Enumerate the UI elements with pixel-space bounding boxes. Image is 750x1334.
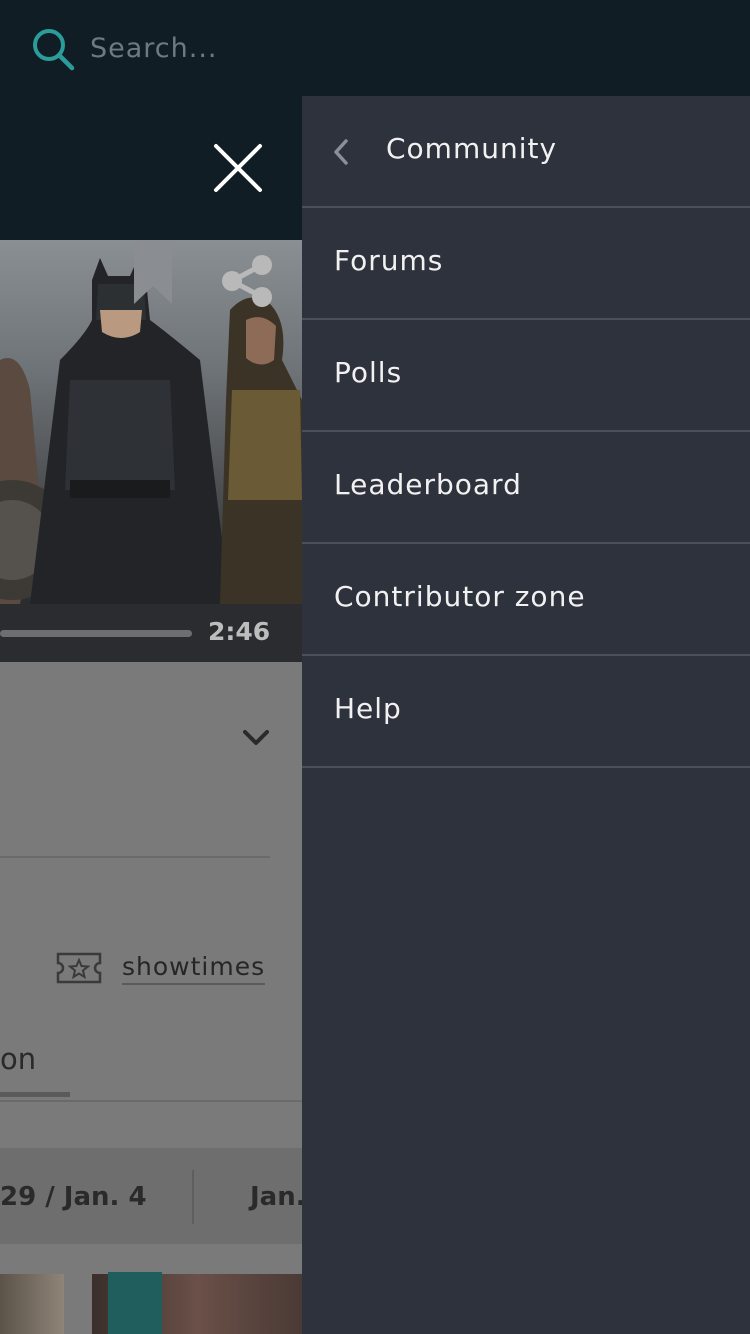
- progress-track[interactable]: [0, 630, 192, 637]
- video-progress-bar[interactable]: 2:46: [0, 604, 302, 662]
- chevron-left-icon[interactable]: [332, 138, 350, 166]
- date-selector: 29 / Jan. 4 Jan.: [0, 1148, 302, 1244]
- search-icon[interactable]: [30, 26, 76, 72]
- search-bar: [0, 0, 750, 96]
- tab-partial[interactable]: on: [0, 1042, 36, 1076]
- page-body: showtimes on 29 / Jan. 4 Jan.: [0, 662, 302, 1334]
- menu-item-label: Leaderboard: [334, 468, 522, 501]
- tab-underline: [0, 1092, 70, 1097]
- menu-header-community[interactable]: Community: [302, 96, 750, 208]
- chevron-down-icon[interactable]: [242, 728, 270, 748]
- thumbnail-badge: [108, 1272, 162, 1334]
- community-menu-drawer: Community Forums Polls Leaderboard Contr…: [302, 96, 750, 1334]
- date-option[interactable]: 29 / Jan. 4: [0, 1182, 147, 1212]
- menu-item-label: Polls: [334, 356, 403, 389]
- menu-item-help[interactable]: Help: [302, 656, 750, 768]
- date-option[interactable]: Jan.: [250, 1182, 302, 1212]
- video-duration: 2:46: [208, 617, 271, 646]
- search-input[interactable]: [90, 24, 710, 72]
- showtimes-link[interactable]: showtimes: [122, 952, 266, 985]
- page-header: [0, 96, 302, 240]
- menu-item-label: Help: [334, 692, 402, 725]
- hero-image[interactable]: [0, 240, 302, 604]
- menu-item-forums[interactable]: Forums: [302, 208, 750, 320]
- ticket-icon: [56, 952, 102, 984]
- menu-item-label: Forums: [334, 244, 444, 277]
- menu-item-label: Contributor zone: [334, 580, 586, 613]
- close-icon[interactable]: [210, 140, 266, 196]
- menu-item-leaderboard[interactable]: Leaderboard: [302, 432, 750, 544]
- menu-item-contributor-zone[interactable]: Contributor zone: [302, 544, 750, 656]
- divider: [0, 856, 270, 858]
- divider: [192, 1170, 194, 1224]
- bookmark-icon[interactable]: [134, 240, 172, 306]
- movie-thumbnail[interactable]: [0, 1274, 64, 1334]
- divider: [0, 1100, 302, 1102]
- menu-item-polls[interactable]: Polls: [302, 320, 750, 432]
- share-icon[interactable]: [220, 254, 274, 308]
- background-page: 2:46 showtimes on 29 / Jan. 4 Jan.: [0, 96, 302, 1334]
- menu-header-label: Community: [386, 132, 558, 165]
